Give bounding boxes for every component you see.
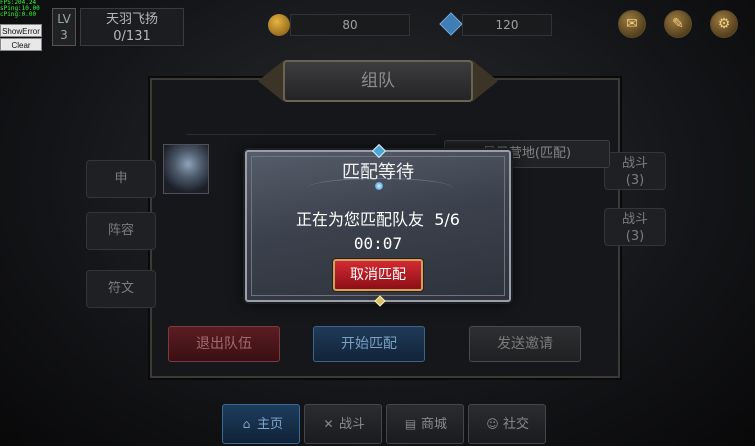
- chat-bubble-icon[interactable]: ✉: [618, 10, 646, 38]
- level-prefix: LV: [57, 12, 71, 26]
- player-avatar[interactable]: [163, 144, 209, 194]
- send-invite-button[interactable]: 发送邀请: [469, 326, 581, 362]
- left-tab-lineup[interactable]: 阵容: [86, 212, 156, 250]
- right-tab-battle-2-label: 战斗: [621, 212, 648, 227]
- nav-shop[interactable]: ▤ 商城: [386, 404, 464, 444]
- leave-team-button[interactable]: 退出队伍: [168, 326, 280, 362]
- player-exp: 0/131: [113, 29, 151, 44]
- right-tab-battle-1[interactable]: 战斗 (3): [604, 152, 666, 190]
- right-tab-battle-2[interactable]: 战斗 (3): [604, 208, 666, 246]
- matchmaking-dialog: 匹配等待 正在为您匹配队友 5/6 00:07 取消匹配: [245, 143, 511, 307]
- left-tab-runes[interactable]: 符文: [86, 270, 156, 308]
- swords-icon: ✕: [323, 417, 334, 431]
- top-hud: LV 3 天羽飞扬 0/131 80 120 ✉ ✎ ⚙: [0, 0, 755, 50]
- diamond-amount: 120: [462, 14, 552, 36]
- gold-amount: 80: [290, 14, 410, 36]
- gold-coin-icon: [268, 14, 290, 36]
- mail-icon[interactable]: ✎: [664, 10, 692, 38]
- nav-home[interactable]: ⌂ 主页: [222, 404, 300, 444]
- level-badge: LV 3: [52, 8, 76, 46]
- sparkle-icon: [375, 182, 383, 190]
- start-match-button[interactable]: 开始匹配: [313, 326, 425, 362]
- show-error-button[interactable]: ShowError: [0, 24, 42, 37]
- bottom-nav: ⌂ 主页 ✕ 战斗 ▤ 商城 ☺ 社交: [212, 404, 548, 446]
- nav-battle[interactable]: ✕ 战斗: [304, 404, 382, 444]
- right-tab-battle-1-label: 战斗: [621, 156, 648, 171]
- debug-stats: FPS:204.24 sPing:10.00 cPing:0.00: [0, 0, 46, 18]
- player-name: 天羽飞扬: [105, 12, 158, 27]
- shop-icon: ▤: [404, 417, 417, 431]
- client-ping-readout: cPing:0.00: [0, 11, 37, 18]
- cancel-match-button[interactable]: 取消匹配: [333, 259, 423, 291]
- nav-shop-label: 商城: [420, 417, 447, 432]
- clear-button[interactable]: Clear: [0, 38, 42, 51]
- team-panel-title: 组队: [283, 60, 473, 102]
- left-tab-1[interactable]: 申: [86, 160, 156, 198]
- player-info[interactable]: 天羽飞扬 0/131: [80, 8, 184, 46]
- level-value: 3: [60, 28, 68, 42]
- nav-home-label: 主页: [256, 417, 283, 432]
- nav-social[interactable]: ☺ 社交: [468, 404, 546, 444]
- right-tab-battle-1-count: (3): [625, 173, 645, 188]
- diamond-icon: [439, 12, 463, 36]
- settings-gear-icon[interactable]: ⚙: [710, 10, 738, 38]
- match-status-message: 正在为您匹配队友 5/6: [296, 210, 460, 229]
- match-timer: 00:07: [353, 234, 403, 253]
- nav-battle-label: 战斗: [338, 417, 365, 432]
- home-icon: ⌂: [242, 417, 251, 431]
- nav-social-label: 社交: [502, 417, 529, 432]
- right-tab-battle-2-count: (3): [625, 229, 645, 244]
- social-icon: ☺: [486, 417, 499, 431]
